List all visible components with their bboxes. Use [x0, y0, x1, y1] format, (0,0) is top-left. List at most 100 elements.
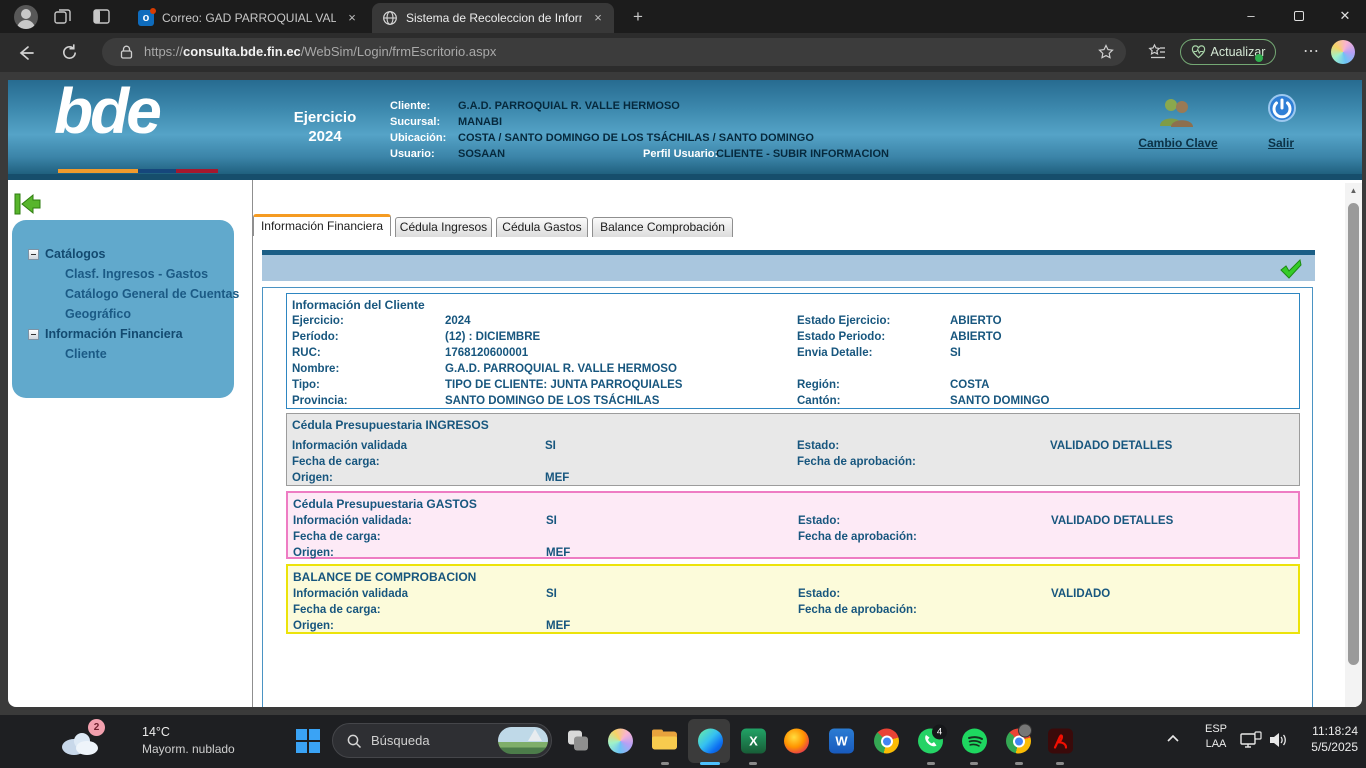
section-title: BALANCE DE COMPROBACION	[293, 570, 476, 584]
running-indicator	[970, 762, 978, 765]
browser-tab-active[interactable]: Sistema de Recoleccion de Inform ×	[372, 3, 614, 33]
browser-toolbar: https://consulta.bde.fin.ec/WebSim/Login…	[0, 33, 1366, 72]
field-value: SI	[950, 347, 961, 359]
tab-informacion-financiera[interactable]: Información Financiera	[253, 214, 391, 236]
edge-icon[interactable]	[698, 729, 723, 754]
field-label: Origen:	[293, 620, 334, 632]
taskbar: 2 14°C Mayorm. nublado Búsqueda X W	[0, 715, 1366, 768]
word-icon[interactable]: W	[829, 729, 854, 754]
actualizar-button[interactable]: Actualizar	[1180, 39, 1276, 65]
window-minimize-button[interactable]: –	[1236, 4, 1266, 28]
tab-cedula-gastos[interactable]: Cédula Gastos	[496, 217, 588, 237]
address-bar[interactable]: https://consulta.bde.fin.ec/WebSim/Login…	[102, 38, 1126, 66]
browser-menu-button[interactable]: ⋯	[1303, 41, 1320, 61]
copilot-icon[interactable]	[1331, 40, 1355, 64]
field-value: COSTA	[950, 379, 989, 391]
weather-alert-badge: 2	[88, 719, 105, 736]
field-label: Período:	[292, 331, 339, 343]
favorite-star-icon[interactable]	[1098, 44, 1114, 60]
tree-collapse-icon[interactable]	[28, 249, 39, 260]
health-pulse-icon	[1191, 45, 1206, 59]
chrome-profile-icon[interactable]	[1006, 729, 1031, 754]
start-button[interactable]	[296, 729, 320, 753]
browser-tab-mail[interactable]: o Correo: GAD PARROQUIAL VALLE ×	[128, 3, 368, 33]
tab-close-icon[interactable]: ×	[344, 10, 360, 26]
field-label: Estado Periodo:	[797, 331, 885, 343]
salir-link[interactable]: Salir	[1251, 136, 1311, 150]
field-label: Estado Ejercicio:	[797, 315, 890, 327]
chrome-icon[interactable]	[874, 729, 899, 754]
webpage: bde Ejercicio2024 Cliente: G.A.D. PARROQ…	[8, 80, 1362, 707]
acrobat-icon[interactable]	[1048, 729, 1073, 754]
speaker-icon[interactable]	[1268, 731, 1288, 749]
excel-icon[interactable]: X	[741, 729, 766, 754]
running-indicator	[661, 762, 669, 765]
firefox-icon[interactable]	[784, 729, 809, 754]
field-label: Estado:	[797, 440, 839, 452]
outlook-favicon: o	[138, 10, 154, 26]
whatsapp-icon[interactable]: 4	[918, 729, 943, 754]
users-icon[interactable]	[1156, 96, 1196, 128]
scroll-up-arrow[interactable]: ▲	[1345, 183, 1362, 199]
field-value: G.A.D. PARROQUIAL R. VALLE HERMOSO	[445, 363, 677, 375]
favorites-list-icon[interactable]	[1148, 43, 1167, 62]
running-indicator	[1015, 762, 1023, 765]
workspaces-icon[interactable]	[53, 7, 72, 26]
field-value: SI	[546, 515, 557, 527]
network-icon[interactable]	[1240, 731, 1262, 749]
copilot-taskbar-icon[interactable]	[608, 729, 633, 754]
field-label: Tipo:	[292, 379, 320, 391]
field-label: Origen:	[292, 472, 333, 484]
tab-balance-comprobacion[interactable]: Balance Comprobación	[592, 217, 733, 237]
field-label: Origen:	[293, 547, 334, 559]
language-indicator[interactable]: ESPLAA	[1196, 722, 1236, 752]
field-value: 2024	[445, 315, 471, 327]
field-value: 1768120600001	[445, 347, 528, 359]
sidebar-item-cliente[interactable]: Cliente	[65, 347, 107, 361]
sucursal-label: Sucursal:	[390, 116, 440, 128]
spotify-icon[interactable]	[962, 729, 987, 754]
power-icon[interactable]	[1266, 92, 1298, 124]
window-close-button[interactable]: ✕	[1330, 4, 1360, 28]
sidebar-item-catalogos[interactable]: Catálogos	[45, 247, 105, 261]
running-indicator	[927, 762, 935, 765]
balance-section: BALANCE DE COMPROBACION Información vali…	[286, 564, 1300, 634]
sidebar-item-informacion-financiera[interactable]: Información Financiera	[45, 327, 183, 341]
task-view-icon[interactable]	[566, 729, 591, 754]
field-label: Fecha de carga:	[293, 604, 381, 616]
field-label: Región:	[797, 379, 840, 391]
page-scrollbar[interactable]: ▲	[1345, 183, 1362, 707]
tree-collapse-icon[interactable]	[28, 329, 39, 340]
collapse-menu-icon[interactable]	[14, 192, 42, 216]
cambio-clave-link[interactable]: Cambio Clave	[1126, 136, 1230, 150]
weather-condition[interactable]: Mayorm. nublado	[142, 742, 235, 756]
search-icon	[347, 734, 362, 749]
back-button[interactable]	[16, 43, 36, 63]
new-tab-button[interactable]: +	[628, 7, 648, 27]
sidebar-item-geografico[interactable]: Geográfico	[65, 307, 131, 321]
scrollbar-thumb[interactable]	[1348, 203, 1359, 665]
file-explorer-icon[interactable]	[652, 729, 677, 754]
tab-title: Sistema de Recoleccion de Inform	[406, 11, 582, 25]
window-restore-button[interactable]	[1284, 4, 1314, 28]
field-label: Estado:	[798, 588, 840, 600]
sucursal-value: MANABI	[458, 116, 502, 128]
validated-check-icon	[1279, 258, 1303, 280]
browser-profile-avatar[interactable]	[14, 5, 38, 29]
sidebar-item-catalogo-general[interactable]: Catálogo General de Cuentas	[65, 287, 239, 301]
tab-cedula-ingresos[interactable]: Cédula Ingresos	[395, 217, 492, 237]
sidebar-item-clasf-ingresos-gastos[interactable]: Clasf. Ingresos - Gastos	[65, 267, 208, 281]
taskbar-search[interactable]: Búsqueda	[332, 723, 552, 758]
ubicacion-label: Ubicación:	[390, 132, 446, 144]
ubicacion-value: COSTA / SANTO DOMINGO DE LOS TSÁCHILAS /…	[458, 132, 814, 144]
box-title: Información del Cliente	[292, 298, 425, 312]
tab-actions-icon[interactable]	[92, 7, 111, 26]
lock-icon[interactable]	[120, 45, 133, 59]
search-highlight-image[interactable]	[498, 727, 548, 754]
field-label: Fecha de carga:	[293, 531, 381, 543]
weather-temperature[interactable]: 14°C	[142, 725, 170, 739]
refresh-button[interactable]	[60, 43, 79, 62]
tray-chevron-icon[interactable]	[1166, 733, 1180, 743]
clock[interactable]: 11:18:24 5/5/2025	[1290, 723, 1358, 755]
tab-close-icon[interactable]: ×	[590, 10, 606, 26]
